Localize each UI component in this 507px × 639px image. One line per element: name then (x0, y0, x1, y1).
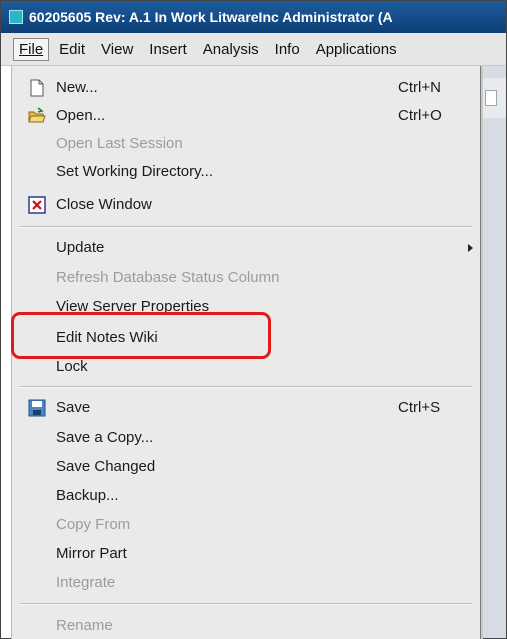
menu-item-integrate: Integrate (12, 571, 480, 595)
annotation-highlight-box (11, 312, 271, 359)
menu-item-set-working-directory[interactable]: Set Working Directory... (12, 160, 480, 184)
menu-item-label: Copy From (56, 516, 131, 533)
menu-item-copy-from: Copy From (12, 513, 480, 537)
menu-item-label: Save (56, 399, 91, 416)
save-disk-icon (28, 399, 46, 417)
menu-item-update[interactable]: Update (12, 236, 480, 260)
shortcut-text: Ctrl+O (398, 107, 442, 124)
menu-separator (20, 603, 472, 605)
menu-edit[interactable]: Edit (53, 38, 91, 61)
toolbar-document-icon[interactable] (485, 90, 497, 106)
menu-item-save[interactable]: Save Ctrl+S (12, 396, 480, 420)
menu-info[interactable]: Info (269, 38, 306, 61)
menu-item-label: Close Window (56, 196, 152, 213)
menu-item-label: Open... (56, 107, 106, 124)
menu-item-backup[interactable]: Backup... (12, 484, 480, 508)
menu-item-open[interactable]: Open... Ctrl+O (12, 104, 480, 128)
menu-item-rename: Rename (12, 614, 480, 638)
app-icon (9, 10, 23, 24)
menu-separator (20, 386, 472, 388)
menu-item-save-a-copy[interactable]: Save a Copy... (12, 426, 480, 450)
menu-item-label: New... (56, 79, 98, 96)
menu-item-label: Save Changed (56, 458, 156, 475)
close-window-icon (28, 196, 46, 214)
menu-applications[interactable]: Applications (310, 38, 403, 61)
menu-item-refresh-database-status: Refresh Database Status Column (12, 266, 480, 290)
shortcut-text: Ctrl+S (398, 399, 441, 416)
menu-item-label: Save a Copy... (56, 429, 154, 446)
new-document-icon (30, 79, 44, 97)
menu-item-label: Integrate (56, 574, 116, 591)
menu-item-close-window[interactable]: Close Window (12, 193, 480, 217)
menu-item-open-last-session: Open Last Session (12, 132, 480, 156)
menu-item-label: Rename (56, 617, 113, 634)
menu-item-mirror-part[interactable]: Mirror Part (12, 542, 480, 566)
menu-insert[interactable]: Insert (143, 38, 193, 61)
menu-item-label: Mirror Part (56, 545, 127, 562)
menu-item-label: Set Working Directory... (56, 163, 213, 180)
submenu-arrow-icon (468, 244, 473, 252)
title-bar: 60205605 Rev: A.1 In Work LitwareInc Adm… (1, 1, 506, 33)
menu-analysis[interactable]: Analysis (197, 38, 265, 61)
menu-bar: File Edit View Insert Analysis Info Appl… (1, 33, 506, 66)
menu-item-label: Update (56, 239, 105, 256)
window-title: 60205605 Rev: A.1 In Work LitwareInc Adm… (29, 9, 393, 25)
menu-item-label: Refresh Database Status Column (56, 269, 280, 286)
menu-item-label: Open Last Session (56, 135, 183, 152)
open-folder-icon (28, 107, 46, 123)
menu-file[interactable]: File (13, 37, 50, 61)
workspace-background (481, 66, 506, 638)
menu-separator (20, 226, 472, 228)
menu-view[interactable]: View (95, 38, 139, 61)
menu-item-save-changed[interactable]: Save Changed (12, 455, 480, 479)
shortcut-text: Ctrl+N (398, 79, 441, 96)
menu-item-new[interactable]: New... Ctrl+N (12, 76, 480, 100)
menu-item-label: Backup... (56, 487, 119, 504)
